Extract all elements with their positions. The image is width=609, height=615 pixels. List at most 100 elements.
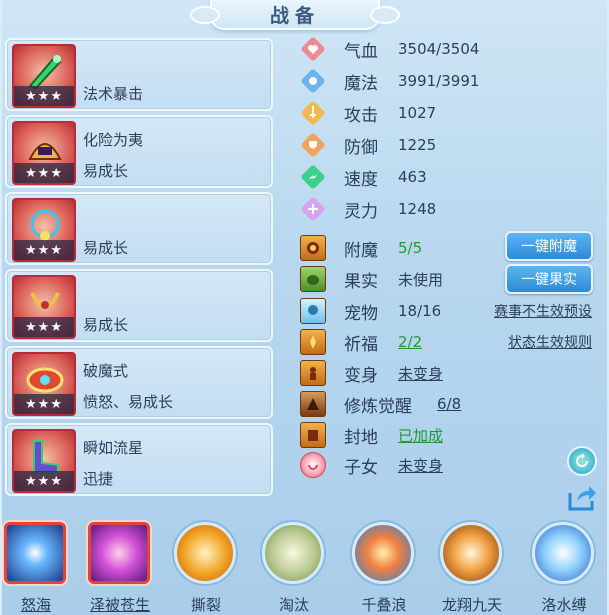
stat-label: 魔法	[344, 73, 378, 94]
equipment-attribute: 愤怒、易成长	[83, 393, 174, 411]
skill-name: 洛水缚	[541, 596, 587, 614]
belt-icon[interactable]: ★★★	[12, 275, 76, 339]
mana-icon	[300, 68, 326, 94]
stat-row-speed: 速度 463	[300, 163, 600, 191]
skill-item[interactable]: 撕裂	[170, 518, 242, 615]
angry-sea-skill-icon[interactable]	[4, 522, 66, 584]
water-bind-skill-icon[interactable]	[532, 522, 594, 584]
cultivation-icon	[300, 391, 326, 417]
eliminate-skill-icon[interactable]	[262, 522, 324, 584]
equipment-attribute: 易成长	[83, 162, 129, 180]
child-label: 子女	[344, 457, 378, 478]
fruit-label: 果实	[344, 271, 378, 292]
equipment-attribute: 易成长	[83, 316, 129, 334]
fief-row: 封地 已加成	[300, 420, 600, 450]
equipment-card[interactable]: ★★★ 法术暴击	[5, 38, 273, 111]
enchant-value: 5/5	[398, 239, 423, 257]
skill-item[interactable]: 泽被苍生	[84, 518, 156, 615]
equipment-card[interactable]: ★★★ 破魔式 愤怒、易成长	[5, 346, 273, 419]
stat-value: 1225	[398, 136, 437, 154]
skill-bar: 怒海 泽被苍生 撕裂 淘汰 千叠浪 龙翔九天 洛水缚	[0, 518, 609, 615]
skill-item[interactable]: 千叠浪	[348, 518, 420, 615]
blessing-label: 祈福	[344, 334, 378, 355]
stat-value: 3991/3991	[398, 72, 480, 90]
star-rating: ★★★	[14, 471, 74, 491]
star-rating: ★★★	[14, 394, 74, 414]
child-icon	[300, 452, 326, 478]
equipment-attribute: 易成长	[83, 239, 129, 257]
stat-label: 气血	[344, 41, 378, 62]
equipment-card[interactable]: ★★★ 瞬如流星 迅捷	[5, 423, 273, 496]
skill-item[interactable]: 淘汰	[258, 518, 330, 615]
wave-skill-icon[interactable]	[352, 522, 414, 584]
stat-label: 速度	[344, 169, 378, 190]
transform-icon	[300, 360, 326, 386]
armor-icon[interactable]: ★★★	[12, 352, 76, 416]
equipment-card[interactable]: ★★★ 化险为夷 易成长	[5, 115, 273, 188]
share-icon[interactable]	[565, 480, 599, 514]
pet-value: 18/16	[398, 302, 442, 320]
stat-value: 463	[398, 168, 427, 186]
fruit-value: 未使用	[398, 270, 444, 289]
stat-row-hp: 气血 3504/3504	[300, 35, 600, 63]
stat-label: 防御	[344, 137, 378, 158]
skill-name: 淘汰	[278, 596, 309, 614]
equipment-name: 化险为夷	[83, 131, 144, 149]
cultivation-row: 修炼觉醒 6/8	[300, 389, 600, 419]
fief-icon	[300, 422, 326, 448]
weapon-icon[interactable]: ★★★	[12, 44, 76, 108]
sword-icon	[300, 100, 326, 126]
stat-value: 1027	[398, 104, 437, 122]
skill-name: 泽被苍生	[89, 596, 150, 614]
star-rating: ★★★	[14, 317, 74, 337]
blessing-skill-icon[interactable]	[88, 522, 150, 584]
shield-icon	[300, 132, 326, 158]
tear-skill-icon[interactable]	[174, 522, 236, 584]
stat-row-defense: 防御 1225	[300, 131, 600, 159]
equipment-list: ★★★ 法术暴击 ★★★ 化险为夷 易成长 ★★★ 易成长 ★★★ 易成长 ★★…	[5, 38, 273, 500]
skill-item[interactable]: 怒海	[0, 518, 72, 615]
speed-icon	[300, 164, 326, 190]
skill-item[interactable]: 洛水缚	[528, 518, 600, 615]
cultivation-label: 修炼觉醒	[344, 396, 412, 417]
stat-value: 3504/3504	[398, 40, 480, 58]
equipment-attribute: 法术暴击	[83, 85, 144, 103]
boots-icon[interactable]: ★★★	[12, 429, 76, 493]
dragon-skill-icon[interactable]	[440, 522, 502, 584]
stat-row-attack: 攻击 1027	[300, 99, 600, 127]
blessing-value[interactable]: 2/2	[398, 333, 422, 351]
transform-row: 变身 未变身	[300, 358, 600, 388]
status-rules-link[interactable]: 状态生效规则	[508, 332, 592, 352]
stat-label: 灵力	[344, 201, 378, 222]
fruit-icon	[300, 266, 326, 292]
helmet-icon[interactable]: ★★★	[12, 121, 76, 185]
transform-value[interactable]: 未变身	[398, 363, 443, 384]
skill-name: 千叠浪	[361, 596, 407, 614]
pet-label: 宠物	[344, 303, 378, 324]
child-value[interactable]: 未变身	[398, 455, 443, 476]
heart-icon	[300, 36, 326, 62]
equipment-name: 破魔式	[83, 362, 129, 380]
equipment-card[interactable]: ★★★ 易成长	[5, 269, 273, 342]
event-preset-link[interactable]: 赛事不生效预设	[494, 301, 592, 321]
star-rating: ★★★	[14, 86, 74, 106]
star-rating: ★★★	[14, 163, 74, 183]
fief-value[interactable]: 已加成	[398, 425, 443, 446]
skill-name: 怒海	[20, 596, 51, 614]
star-rating: ★★★	[14, 240, 74, 260]
cultivation-value[interactable]: 6/8	[437, 395, 461, 413]
pet-icon	[300, 298, 326, 324]
refresh-icon[interactable]	[567, 446, 597, 476]
one-click-fruit-button[interactable]: 一键果实	[505, 264, 593, 294]
stat-value: 1248	[398, 200, 437, 218]
one-click-enchant-button[interactable]: 一键附魔	[505, 231, 593, 261]
child-row: 子女 未变身	[300, 450, 600, 480]
page-title: 战备	[269, 4, 320, 27]
equipment-name: 瞬如流星	[83, 439, 144, 457]
blessing-row: 祈福 2/2 状态生效规则	[300, 327, 600, 357]
title-banner: 战备	[190, 0, 400, 30]
skill-item[interactable]: 龙翔九天	[436, 518, 508, 615]
necklace-icon[interactable]: ★★★	[12, 198, 76, 262]
equipment-card[interactable]: ★★★ 易成长	[5, 192, 273, 265]
stat-row-spirit: 灵力 1248	[300, 195, 600, 223]
